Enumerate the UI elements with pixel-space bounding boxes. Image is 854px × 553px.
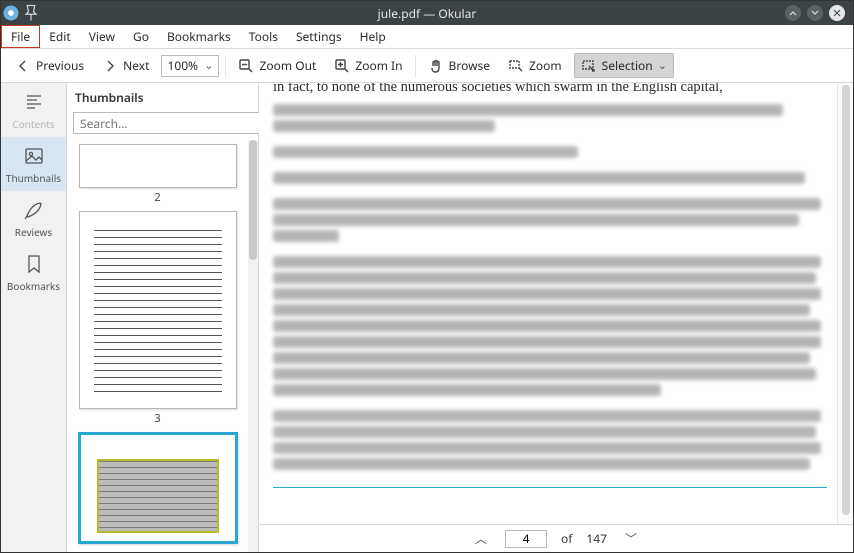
selection-icon — [581, 58, 597, 74]
chevron-down-icon: ⌄ — [204, 58, 213, 73]
menu-file[interactable]: File — [1, 25, 40, 48]
document-viewport[interactable]: in fact, to none of the numerous societi… — [259, 83, 853, 524]
page-total: 147 — [586, 530, 607, 547]
zoom-value: 100% — [167, 57, 198, 74]
zoom-box-icon — [508, 58, 524, 74]
app-icon — [1, 3, 21, 23]
separator — [225, 55, 226, 77]
contents-icon — [23, 91, 45, 113]
page-number-input[interactable] — [505, 530, 547, 548]
page-navigator: ︿ of 147 ﹀ — [259, 524, 853, 552]
page-up-button[interactable]: ︿ — [471, 528, 491, 549]
browse-button[interactable]: Browse — [422, 54, 496, 77]
toolbar: Previous Next 100% ⌄ Zoom Out Zoom In Br… — [1, 49, 853, 83]
thumbnail-scroll: 2 3 — [67, 140, 258, 552]
page-first-line: in fact, to none of the numerous societi… — [273, 83, 827, 96]
menu-settings[interactable]: Settings — [287, 25, 351, 48]
zoom-out-button[interactable]: Zoom Out — [232, 54, 322, 77]
rail-reviews-label: Reviews — [15, 225, 52, 239]
window-controls — [785, 5, 853, 21]
menu-edit[interactable]: Edit — [40, 25, 79, 48]
menu-bar: File Edit View Go Bookmarks Tools Settin… — [1, 25, 853, 49]
side-rail: Contents Thumbnails Reviews Bookmarks — [1, 83, 67, 552]
menu-help[interactable]: Help — [351, 25, 395, 48]
pin-icon[interactable] — [21, 3, 41, 23]
main-area: Contents Thumbnails Reviews Bookmarks Th… — [1, 83, 853, 552]
annotate-icon — [23, 199, 45, 221]
document-area: in fact, to none of the numerous societi… — [259, 83, 853, 552]
window-title: jule.pdf — Okular — [1, 5, 853, 22]
rail-bookmarks[interactable]: Bookmarks — [1, 245, 66, 299]
maximize-button[interactable] — [807, 5, 823, 21]
close-button[interactable] — [829, 5, 845, 21]
minimize-button[interactable] — [785, 5, 801, 21]
rail-thumbnails[interactable]: Thumbnails — [1, 137, 66, 191]
next-label: Next — [123, 57, 149, 74]
page-down-button[interactable]: ﹀ — [621, 528, 641, 549]
thumbnail-page-number: 2 — [75, 190, 240, 205]
title-bar: jule.pdf — Okular — [1, 1, 853, 25]
menu-bookmarks[interactable]: Bookmarks — [158, 25, 240, 48]
zoom-in-label: Zoom In — [355, 57, 402, 74]
zoom-in-button[interactable]: Zoom In — [328, 54, 408, 77]
image-icon — [23, 145, 45, 167]
thumbnails-header: Thumbnails — [67, 83, 258, 112]
zoom-label: Zoom — [529, 57, 562, 74]
next-button[interactable]: Next — [96, 54, 155, 77]
menu-tools[interactable]: Tools — [240, 25, 287, 48]
scrollbar-handle[interactable] — [842, 85, 850, 515]
page-content: in fact, to none of the numerous societi… — [273, 83, 827, 484]
zoom-in-icon — [334, 58, 350, 74]
menu-go[interactable]: Go — [124, 25, 158, 48]
previous-button[interactable]: Previous — [9, 54, 90, 77]
chevron-down-icon: ⌄ — [658, 58, 667, 73]
chevron-left-icon — [15, 58, 31, 74]
document-scrollbar[interactable] — [837, 83, 853, 524]
rail-contents-label: Contents — [12, 117, 54, 131]
browse-label: Browse — [449, 57, 490, 74]
thumbnail-search-row — [67, 112, 258, 140]
previous-label: Previous — [36, 57, 84, 74]
page-of-label: of — [561, 530, 572, 547]
rail-bookmarks-label: Bookmarks — [7, 279, 60, 293]
thumbnail-page-current[interactable] — [78, 432, 238, 544]
rail-contents[interactable]: Contents — [1, 83, 66, 137]
thumbnails-panel: Thumbnails 2 3 — [67, 83, 259, 552]
rail-reviews[interactable]: Reviews — [1, 191, 66, 245]
selection-label: Selection — [602, 57, 653, 74]
zoom-select[interactable]: 100% ⌄ — [161, 55, 219, 77]
zoom-out-label: Zoom Out — [259, 57, 316, 74]
scrollbar-handle[interactable] — [249, 140, 257, 260]
zoom-tool-button[interactable]: Zoom — [502, 54, 568, 77]
page-separator — [273, 487, 827, 488]
thumbnail-page[interactable] — [79, 144, 237, 188]
separator — [415, 55, 416, 77]
menu-view[interactable]: View — [80, 25, 124, 48]
thumbnail-scrollbar[interactable] — [248, 140, 258, 552]
thumbnail-page-number: 3 — [75, 411, 240, 426]
rail-thumbnails-label: Thumbnails — [6, 171, 61, 185]
zoom-out-icon — [238, 58, 254, 74]
app-window: jule.pdf — Okular File Edit View Go Book… — [0, 0, 854, 553]
thumbnail-search-input[interactable] — [73, 112, 261, 134]
thumbnail-page[interactable] — [79, 211, 237, 409]
selection-button[interactable]: Selection ⌄ — [574, 53, 674, 78]
chevron-right-icon — [102, 58, 118, 74]
bookmark-icon — [23, 253, 45, 275]
hand-icon — [428, 58, 444, 74]
